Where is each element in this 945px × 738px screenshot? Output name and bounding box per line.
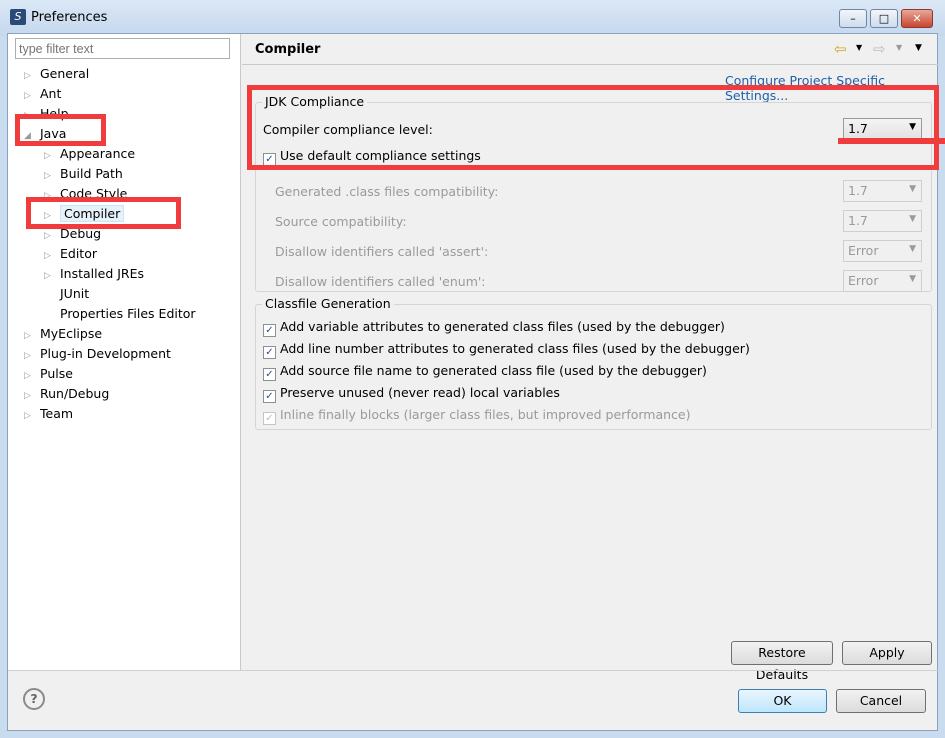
annotation-line <box>838 138 945 144</box>
restore-defaults-button[interactable]: Restore Defaults <box>731 641 833 682</box>
jdk-setting-label: Disallow identifiers called 'assert': <box>275 244 489 259</box>
expand-arrow-icon[interactable]: ▷ <box>24 366 40 386</box>
back-dropdown-icon[interactable]: ▼ <box>856 43 862 52</box>
expand-arrow-icon[interactable]: ▷ <box>24 86 40 106</box>
forward-dropdown-icon[interactable]: ▼ <box>896 43 902 52</box>
checkbox-checked-icon: ✓ <box>263 346 276 359</box>
expand-arrow-icon[interactable]: ▷ <box>24 386 40 406</box>
chevron-down-icon: ▼ <box>909 244 916 254</box>
ok-button[interactable]: OK <box>738 689 827 713</box>
tree-item[interactable]: ▷ General <box>24 64 89 84</box>
tree-item[interactable]: ▷ MyEclipse <box>24 324 102 344</box>
chevron-down-icon: ▼ <box>909 214 916 224</box>
view-menu-icon[interactable]: ▼ <box>915 43 922 53</box>
expand-arrow-icon[interactable]: ▷ <box>24 346 40 366</box>
tree-item[interactable]: JUnit <box>44 284 89 304</box>
classfile-option-checkbox[interactable]: ✓ Add source file name to generated class… <box>263 363 707 381</box>
cancel-button[interactable]: Cancel <box>836 689 926 713</box>
tree-item[interactable]: ▷ Build Path <box>44 164 123 184</box>
classfile-option-checkbox[interactable]: ✓ Add variable attributes to generated cl… <box>263 319 725 337</box>
classfile-option-checkbox[interactable]: ✓ Inline finally blocks (larger class fil… <box>263 407 691 425</box>
jdk-setting-value: Error <box>848 243 879 258</box>
tree-item[interactable]: ▷ Plug-in Development <box>24 344 171 364</box>
chevron-down-icon: ▼ <box>909 274 916 284</box>
classfile-option-label: Preserve unused (never read) local varia… <box>280 385 560 400</box>
checkbox-checked-icon: ✓ <box>263 324 276 337</box>
classfile-option-checkbox[interactable]: ✓ Add line number attributes to generated… <box>263 341 750 359</box>
page-title: Compiler <box>255 42 321 57</box>
tree-item-label: Run/Debug <box>40 386 110 401</box>
tree-item[interactable]: ▷ Installed JREs <box>44 264 144 284</box>
jdk-setting-select[interactable]: Error ▼ <box>843 270 922 292</box>
tree-item[interactable]: ▷ Run/Debug <box>24 384 109 404</box>
annotation-box-jdk <box>247 85 939 170</box>
jdk-setting-value: 1.7 <box>848 183 868 198</box>
classfile-option-label: Add variable attributes to generated cla… <box>280 319 725 334</box>
classfile-option-label: Add source file name to generated class … <box>280 363 707 378</box>
tree-item-label: Installed JREs <box>60 266 145 281</box>
tree-item[interactable]: ▷ Ant <box>24 84 61 104</box>
tree-item-label: Editor <box>60 246 97 261</box>
tree-item-label: General <box>40 66 90 81</box>
jdk-setting-select[interactable]: Error ▼ <box>843 240 922 262</box>
jdk-setting-label: Source compatibility: <box>275 214 407 229</box>
expand-arrow-icon[interactable]: ▷ <box>24 406 40 426</box>
apply-button[interactable]: Apply <box>842 641 932 665</box>
checkbox-checked-icon: ✓ <box>263 390 276 403</box>
filter-input[interactable] <box>15 38 230 59</box>
expand-arrow-icon[interactable]: ▷ <box>44 266 60 286</box>
help-icon[interactable]: ? <box>23 688 45 710</box>
tree-item[interactable]: ▷ Editor <box>44 244 97 264</box>
tree-item-label: JUnit <box>60 286 90 301</box>
footer-divider <box>8 670 939 671</box>
header-divider <box>242 64 939 65</box>
tree-item[interactable]: Properties Files Editor <box>44 304 196 324</box>
jdk-setting-label: Disallow identifiers called 'enum': <box>275 274 486 289</box>
tree-item[interactable]: ▷ Appearance <box>44 144 135 164</box>
window-title: Preferences <box>31 10 108 25</box>
checkbox-checked-icon: ✓ <box>263 412 276 425</box>
expand-arrow-icon[interactable]: ▷ <box>44 226 60 246</box>
tree-item-label: Build Path <box>60 166 123 181</box>
chevron-down-icon: ▼ <box>909 184 916 194</box>
tree-item[interactable]: ▷ Pulse <box>24 364 73 384</box>
minimize-button[interactable]: – <box>839 9 867 28</box>
classfile-generation-group: Classfile Generation ✓ Add variable attri… <box>255 296 932 430</box>
tree-item[interactable]: ▷ Team <box>24 404 73 424</box>
tree-item-label: Appearance <box>60 146 136 161</box>
classfile-option-label: Add line number attributes to generated … <box>280 341 750 356</box>
tree-item-label: Pulse <box>40 366 73 381</box>
annotation-box-java <box>15 114 106 146</box>
tree-item-label: Team <box>40 406 74 421</box>
jdk-setting-value: Error <box>848 273 879 288</box>
forward-icon[interactable]: ⇨ <box>873 40 886 58</box>
classfile-generation-title: Classfile Generation <box>262 296 394 311</box>
classfile-option-label: Inline finally blocks (larger class file… <box>280 407 691 422</box>
tree-item-label: Plug-in Development <box>40 346 171 361</box>
annotation-box-compiler <box>26 197 181 229</box>
back-icon[interactable]: ⇦ <box>834 40 847 58</box>
expand-arrow-icon[interactable]: ▷ <box>24 326 40 346</box>
tree-item-label: MyEclipse <box>40 326 103 341</box>
expand-arrow-icon[interactable]: ▷ <box>44 166 60 186</box>
checkbox-checked-icon: ✓ <box>263 368 276 381</box>
jdk-setting-value: 1.7 <box>848 213 868 228</box>
close-button[interactable]: ✕ <box>901 9 933 28</box>
eclipse-icon: S <box>10 9 26 25</box>
expand-arrow-icon[interactable]: ▷ <box>44 146 60 166</box>
tree-item-label: Ant <box>40 86 62 101</box>
jdk-setting-select[interactable]: 1.7 ▼ <box>843 210 922 232</box>
tree-item-label: Properties Files Editor <box>60 306 196 321</box>
jdk-setting-label: Generated .class files compatibility: <box>275 184 499 199</box>
expand-arrow-icon[interactable]: ▷ <box>24 66 40 86</box>
expand-arrow-icon[interactable]: ▷ <box>44 246 60 266</box>
jdk-setting-select[interactable]: 1.7 ▼ <box>843 180 922 202</box>
title-bar: S Preferences – □ ✕ <box>0 0 945 36</box>
maximize-button[interactable]: □ <box>870 9 898 28</box>
classfile-option-checkbox[interactable]: ✓ Preserve unused (never read) local vari… <box>263 385 560 403</box>
